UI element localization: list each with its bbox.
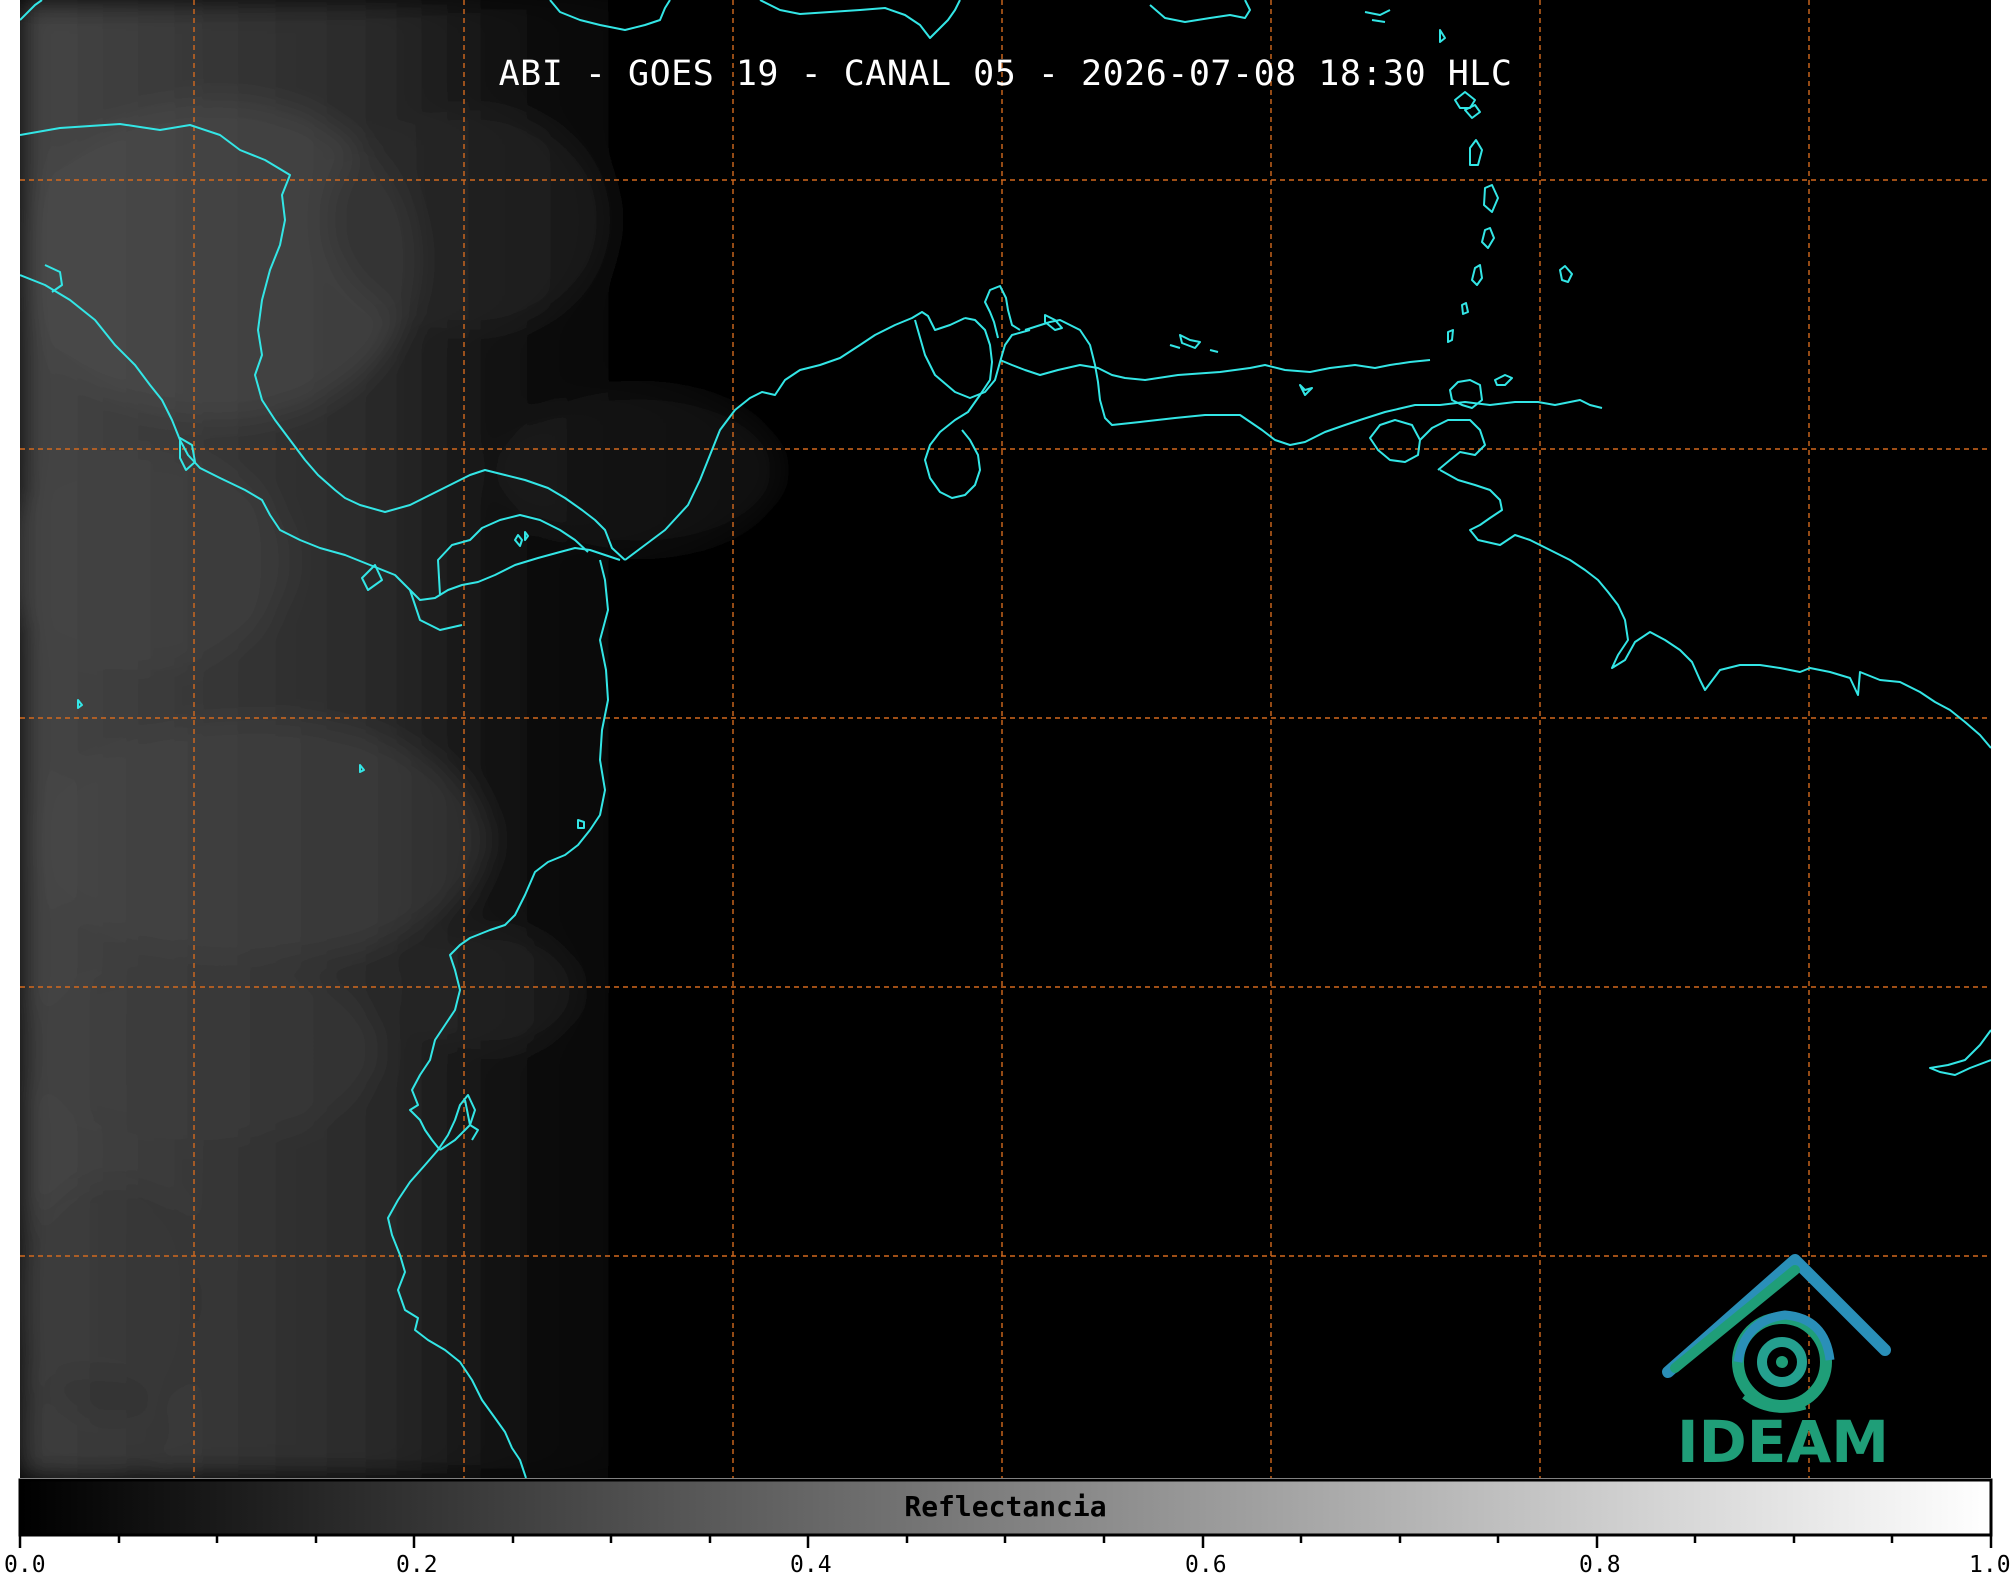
ideam-logo-text: IDEAM — [1677, 1408, 1889, 1476]
cloud-cover — [20, 0, 780, 1478]
colorbar-tick-label: 1.0 — [1969, 1552, 2011, 1578]
colorbar-tick-label: 0.8 — [1579, 1552, 1621, 1578]
colorbar-tick-label: 0.2 — [396, 1552, 438, 1578]
colorbar-tick-label: 0.4 — [790, 1552, 832, 1578]
colorbar-tick-label: 0.0 — [4, 1552, 46, 1578]
colorbar-label: Reflectancia — [904, 1490, 1107, 1523]
satellite-map — [0, 0, 2011, 1577]
colorbar-tick-label: 0.6 — [1185, 1552, 1227, 1578]
map-title: ABI - GOES 19 - CANAL 05 - 2026-07-08 18… — [498, 54, 1513, 94]
